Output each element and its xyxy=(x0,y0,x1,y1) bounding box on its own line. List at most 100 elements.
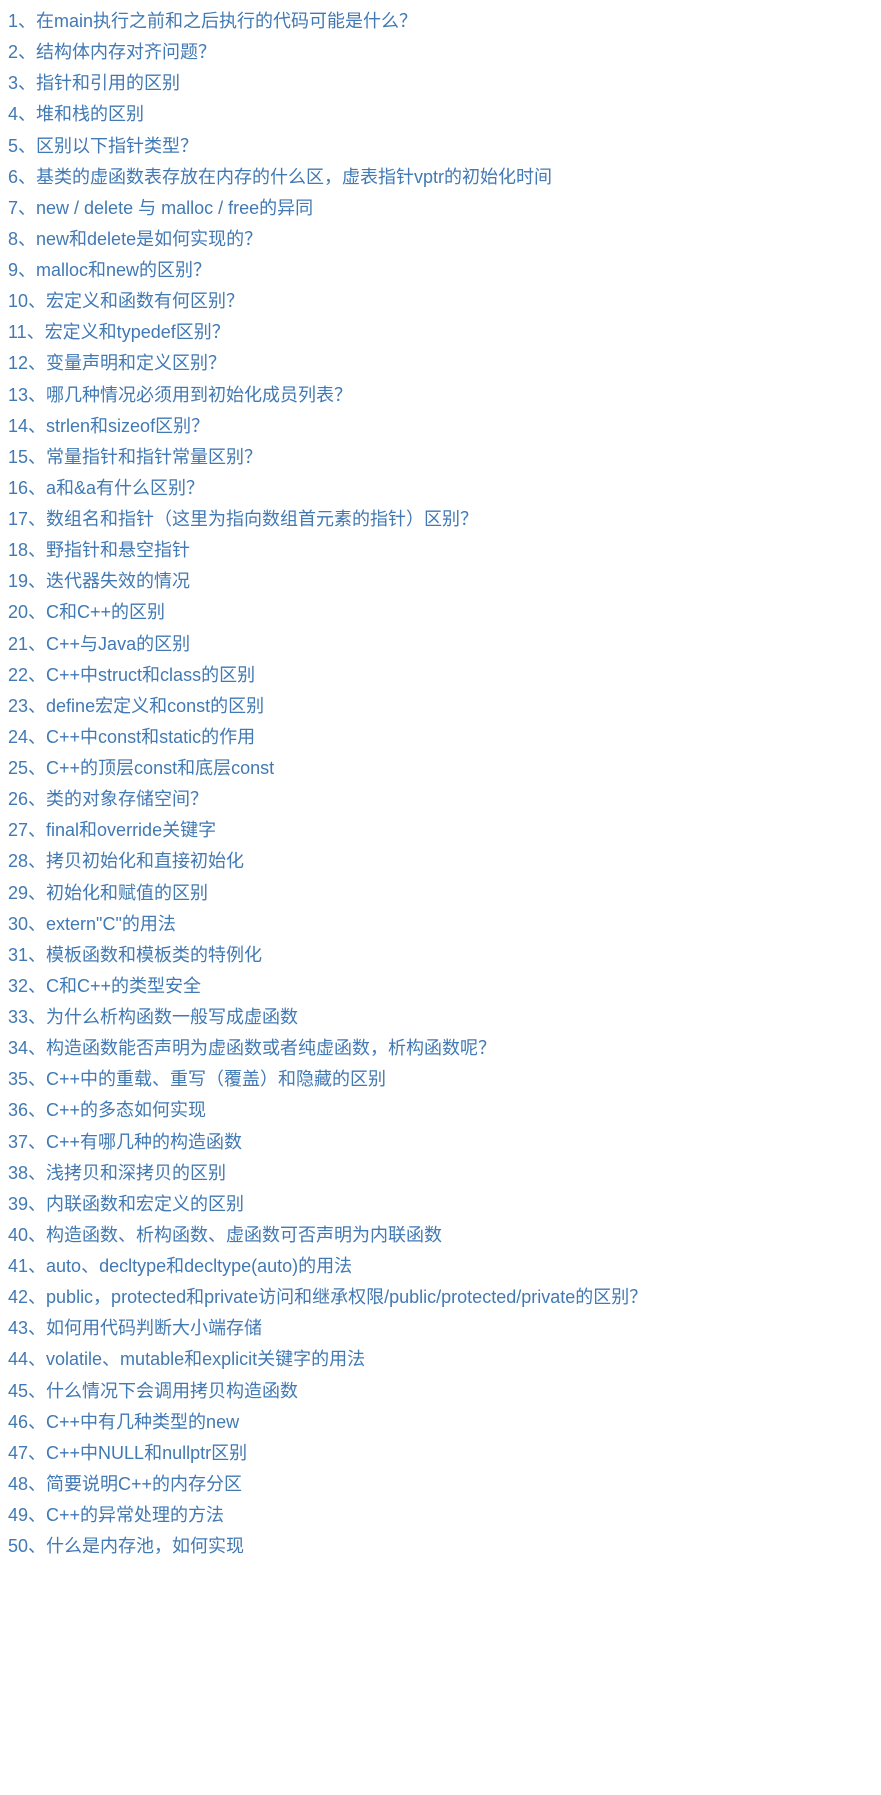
toc-item-separator: 、 xyxy=(28,602,46,622)
toc-item-number: 7 xyxy=(8,198,18,218)
toc-item: 45、什么情况下会调用拷贝构造函数 xyxy=(8,1376,873,1407)
toc-link[interactable]: 33、为什么析构函数一般写成虚函数 xyxy=(8,1007,298,1027)
toc-link[interactable]: 9、malloc和new的区别？ xyxy=(8,260,211,280)
toc-link[interactable]: 32、C和C++的类型安全 xyxy=(8,976,201,996)
toc-link[interactable]: 29、初始化和赋值的区别 xyxy=(8,883,208,903)
toc-item: 21、C++与Java的区别 xyxy=(8,629,873,660)
toc-link[interactable]: 13、哪几种情况必须用到初始化成员列表？ xyxy=(8,385,352,405)
toc-item-separator: 、 xyxy=(28,634,46,654)
toc-item-title: strlen和sizeof区别？ xyxy=(46,416,209,436)
toc-link[interactable]: 17、数组名和指针（这里为指向数组首元素的指针）区别？ xyxy=(8,509,478,529)
toc-link[interactable]: 27、final和override关键字 xyxy=(8,820,216,840)
toc-link[interactable]: 40、构造函数、析构函数、虚函数可否声明为内联函数 xyxy=(8,1225,442,1245)
toc-link[interactable]: 49、C++的异常处理的方法 xyxy=(8,1505,224,1525)
toc-item-separator: 、 xyxy=(28,1100,46,1120)
toc-link[interactable]: 7、new / delete 与 malloc / free的异同 xyxy=(8,198,313,218)
toc-link[interactable]: 24、C++中const和static的作用 xyxy=(8,727,255,747)
toc-item-separator: 、 xyxy=(28,1443,46,1463)
toc-link[interactable]: 37、C++有哪几种的构造函数 xyxy=(8,1132,242,1152)
toc-item-title: 类的对象存储空间？ xyxy=(46,789,208,809)
toc-link[interactable]: 2、结构体内存对齐问题？ xyxy=(8,42,216,62)
toc-link[interactable]: 15、常量指针和指针常量区别？ xyxy=(8,447,262,467)
toc-link[interactable]: 25、C++的顶层const和底层const xyxy=(8,758,274,778)
toc-link[interactable]: 30、extern"C"的用法 xyxy=(8,914,176,934)
toc-item-title: 构造函数、析构函数、虚函数可否声明为内联函数 xyxy=(46,1225,442,1245)
toc-item: 31、模板函数和模板类的特例化 xyxy=(8,940,873,971)
toc-item-separator: 、 xyxy=(28,1038,46,1058)
toc-link[interactable]: 14、strlen和sizeof区别？ xyxy=(8,416,209,436)
toc-item: 38、浅拷贝和深拷贝的区别 xyxy=(8,1158,873,1189)
toc-link[interactable]: 38、浅拷贝和深拷贝的区别 xyxy=(8,1163,226,1183)
toc-item-separator: 、 xyxy=(28,540,46,560)
toc-item-number: 44 xyxy=(8,1349,28,1369)
toc-item-number: 31 xyxy=(8,945,28,965)
toc-link[interactable]: 20、C和C++的区别 xyxy=(8,602,165,622)
toc-item-number: 10 xyxy=(8,291,28,311)
toc-item-separator: 、 xyxy=(28,727,46,747)
toc-item-title: 堆和栈的区别 xyxy=(36,104,144,124)
toc-item-title: 常量指针和指针常量区别？ xyxy=(46,447,262,467)
toc-item: 13、哪几种情况必须用到初始化成员列表？ xyxy=(8,380,873,411)
toc-link[interactable]: 21、C++与Java的区别 xyxy=(8,634,190,654)
toc-link[interactable]: 5、区别以下指针类型？ xyxy=(8,136,198,156)
toc-item-title: C++中的重载、重写（覆盖）和隐藏的区别 xyxy=(46,1069,386,1089)
toc-link[interactable]: 47、C++中NULL和nullptr区别 xyxy=(8,1443,247,1463)
toc-link[interactable]: 3、指针和引用的区别 xyxy=(8,73,180,93)
toc-link[interactable]: 42、public，protected和private访问和继承权限/publi… xyxy=(8,1287,647,1307)
toc-link[interactable]: 10、宏定义和函数有何区别？ xyxy=(8,291,244,311)
toc-link[interactable]: 45、什么情况下会调用拷贝构造函数 xyxy=(8,1381,298,1401)
toc-link[interactable]: 1、在main执行之前和之后执行的代码可能是什么？ xyxy=(8,11,417,31)
toc-link[interactable]: 41、auto、decltype和decltype(auto)的用法 xyxy=(8,1256,352,1276)
toc-link[interactable]: 44、volatile、mutable和explicit关键字的用法 xyxy=(8,1349,365,1369)
toc-link[interactable]: 23、define宏定义和const的区别 xyxy=(8,696,264,716)
toc-link[interactable]: 4、堆和栈的区别 xyxy=(8,104,144,124)
toc-link[interactable]: 16、a和&a有什么区别？ xyxy=(8,478,204,498)
toc-item: 43、如何用代码判断大小端存储 xyxy=(8,1313,873,1344)
toc-item: 44、volatile、mutable和explicit关键字的用法 xyxy=(8,1344,873,1375)
toc-link[interactable]: 26、类的对象存储空间？ xyxy=(8,789,208,809)
toc-link[interactable]: 19、迭代器失效的情况 xyxy=(8,571,190,591)
toc-item-title: 区别以下指针类型？ xyxy=(36,136,198,156)
toc-link[interactable]: 12、变量声明和定义区别？ xyxy=(8,353,226,373)
toc-link[interactable]: 43、如何用代码判断大小端存储 xyxy=(8,1318,262,1338)
toc-link[interactable]: 6、基类的虚函数表存放在内存的什么区，虚表指针vptr的初始化时间 xyxy=(8,167,552,187)
toc-item: 15、常量指针和指针常量区别？ xyxy=(8,442,873,473)
toc-item-title: define宏定义和const的区别 xyxy=(46,696,264,716)
toc-item-separator: 、 xyxy=(28,1132,46,1152)
toc-item-title: C++的多态如何实现 xyxy=(46,1100,206,1120)
toc-item-title: 浅拷贝和深拷贝的区别 xyxy=(46,1163,226,1183)
toc-link[interactable]: 36、C++的多态如何实现 xyxy=(8,1100,206,1120)
toc-item-number: 34 xyxy=(8,1038,28,1058)
toc-link[interactable]: 8、new和delete是如何实现的？ xyxy=(8,229,262,249)
toc-item-number: 22 xyxy=(8,665,28,685)
toc-link[interactable]: 39、内联函数和宏定义的区别 xyxy=(8,1194,244,1214)
toc-item: 22、C++中struct和class的区别 xyxy=(8,660,873,691)
toc-item-number: 50 xyxy=(8,1536,28,1556)
toc-item: 30、extern"C"的用法 xyxy=(8,909,873,940)
toc-item-separator: 、 xyxy=(18,11,36,31)
toc-link[interactable]: 35、C++中的重载、重写（覆盖）和隐藏的区别 xyxy=(8,1069,386,1089)
toc-item-separator: 、 xyxy=(28,696,46,716)
toc-item: 18、野指针和悬空指针 xyxy=(8,535,873,566)
toc-item-separator: 、 xyxy=(28,1536,46,1556)
toc-link[interactable]: 28、拷贝初始化和直接初始化 xyxy=(8,851,244,871)
toc-link[interactable]: 48、简要说明C++的内存分区 xyxy=(8,1474,242,1494)
toc-item-title: new / delete 与 malloc / free的异同 xyxy=(36,198,313,218)
toc-link[interactable]: 31、模板函数和模板类的特例化 xyxy=(8,945,262,965)
toc-link[interactable]: 34、构造函数能否声明为虚函数或者纯虚函数，析构函数呢？ xyxy=(8,1038,496,1058)
toc-link[interactable]: 50、什么是内存池，如何实现 xyxy=(8,1536,244,1556)
toc-item: 3、指针和引用的区别 xyxy=(8,68,873,99)
toc-item-number: 43 xyxy=(8,1318,28,1338)
toc-item-separator: 、 xyxy=(28,976,46,996)
toc-link[interactable]: 11、宏定义和typedef区别？ xyxy=(8,322,230,342)
toc-link[interactable]: 46、C++中有几种类型的new xyxy=(8,1412,239,1432)
toc-item-number: 6 xyxy=(8,167,18,187)
toc-item: 16、a和&a有什么区别？ xyxy=(8,473,873,504)
toc-link[interactable]: 22、C++中struct和class的区别 xyxy=(8,665,255,685)
toc-item-separator: 、 xyxy=(28,353,46,373)
toc-item-title: public，protected和private访问和继承权限/public/p… xyxy=(46,1287,647,1307)
toc-item-title: 结构体内存对齐问题？ xyxy=(36,42,216,62)
toc-item-number: 19 xyxy=(8,571,28,591)
toc-item-title: final和override关键字 xyxy=(46,820,216,840)
toc-link[interactable]: 18、野指针和悬空指针 xyxy=(8,540,190,560)
